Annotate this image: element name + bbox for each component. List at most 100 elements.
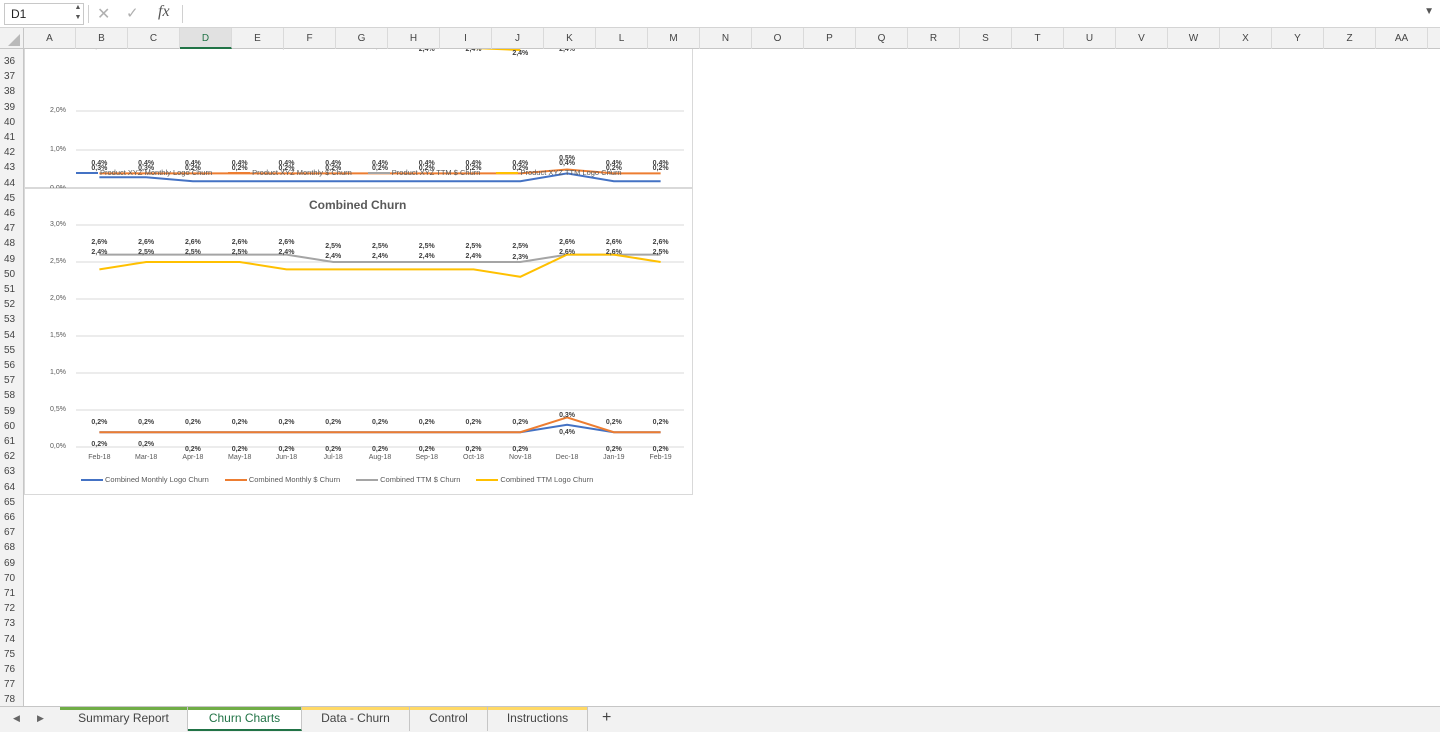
column-header-n[interactable]: N <box>700 28 752 49</box>
select-all-button[interactable] <box>0 28 24 49</box>
chevron-down-icon[interactable]: ▼ <box>1424 6 1434 17</box>
row-header-77[interactable]: 77 <box>0 679 23 690</box>
add-sheet-button[interactable]: + <box>602 709 611 727</box>
data-label: 0,2% <box>418 419 435 426</box>
row-header-68[interactable]: 68 <box>0 542 23 553</box>
worksheet-grid[interactable]: 0,0% 1,0% 2,0% Feb-18 Mar-18 Apr-18 May-18 Jun-… <box>24 49 1440 706</box>
row-header-65[interactable]: 65 <box>0 497 23 508</box>
tab-color-strip <box>60 707 187 710</box>
column-header-o[interactable]: O <box>752 28 804 49</box>
column-header-l[interactable]: L <box>596 28 648 49</box>
column-header-e[interactable]: E <box>232 28 284 49</box>
row-header-62[interactable]: 62 <box>0 451 23 462</box>
column-header-k[interactable]: K <box>544 28 596 49</box>
row-header-70[interactable]: 70 <box>0 573 23 584</box>
data-label: 2,6% <box>605 239 622 246</box>
row-header-41[interactable]: 41 <box>0 132 23 143</box>
row-header-43[interactable]: 43 <box>0 162 23 173</box>
row-header-66[interactable]: 66 <box>0 512 23 523</box>
row-header-52[interactable]: 52 <box>0 299 23 310</box>
row-header-42[interactable]: 42 <box>0 147 23 158</box>
data-label: 0,2% <box>605 446 622 453</box>
column-header-b[interactable]: B <box>76 28 128 49</box>
data-label: 2,4% <box>372 253 388 260</box>
row-header-36[interactable]: 36 <box>0 56 23 67</box>
row-header-60[interactable]: 60 <box>0 421 23 432</box>
row-header-54[interactable]: 54 <box>0 330 23 341</box>
column-header-s[interactable]: S <box>960 28 1012 49</box>
column-header-v[interactable]: V <box>1116 28 1168 49</box>
y-tick-label: 2,5% <box>50 258 66 265</box>
column-header-u[interactable]: U <box>1064 28 1116 49</box>
row-header-51[interactable]: 51 <box>0 284 23 295</box>
sheet-tab-control[interactable]: Control <box>410 707 488 731</box>
row-header-50[interactable]: 50 <box>0 269 23 280</box>
cancel-icon[interactable]: ✕ <box>97 4 110 24</box>
column-header-g[interactable]: G <box>336 28 388 49</box>
row-header-39[interactable]: 39 <box>0 102 23 113</box>
row-header-74[interactable]: 74 <box>0 634 23 645</box>
row-header-44[interactable]: 44 <box>0 178 23 189</box>
row-header-48[interactable]: 48 <box>0 238 23 249</box>
combined-churn-chart[interactable]: Combined Churn 0,0% 0,5% 1,0% 1,5% 2,0% 2,5% 3… <box>24 188 693 495</box>
row-header-53[interactable]: 53 <box>0 314 23 325</box>
divider <box>182 5 183 23</box>
column-header-j[interactable]: J <box>492 28 544 49</box>
row-header-78[interactable]: 78 <box>0 694 23 705</box>
column-header-aa[interactable]: AA <box>1376 28 1428 49</box>
column-header-z[interactable]: Z <box>1324 28 1376 49</box>
checkmark-icon[interactable]: ✓ <box>126 4 139 22</box>
row-header-58[interactable]: 58 <box>0 390 23 401</box>
column-header-q[interactable]: Q <box>856 28 908 49</box>
row-header-56[interactable]: 56 <box>0 360 23 371</box>
sheet-tab-summary-report[interactable]: Summary Report <box>60 707 188 731</box>
product-xyz-churn-chart[interactable]: 0,0%1,0%2,0%Feb-18Mar-18Apr-18May-18Jun-… <box>24 49 693 203</box>
data-label: 2,6% <box>559 239 576 246</box>
row-header-67[interactable]: 67 <box>0 527 23 538</box>
row-header-45[interactable]: 45 <box>0 193 23 204</box>
column-header-c[interactable]: C <box>128 28 180 49</box>
column-header-h[interactable]: H <box>388 28 440 49</box>
sheet-tab-instructions[interactable]: Instructions <box>488 707 588 731</box>
column-header-r[interactable]: R <box>908 28 960 49</box>
column-header-t[interactable]: T <box>1012 28 1064 49</box>
row-header-69[interactable]: 69 <box>0 558 23 569</box>
row-header-64[interactable]: 64 <box>0 482 23 493</box>
column-header-x[interactable]: X <box>1220 28 1272 49</box>
row-header-72[interactable]: 72 <box>0 603 23 614</box>
row-header-47[interactable]: 47 <box>0 223 23 234</box>
row-header-76[interactable]: 76 <box>0 664 23 675</box>
row-header-49[interactable]: 49 <box>0 254 23 265</box>
column-header-f[interactable]: F <box>284 28 336 49</box>
column-header-a[interactable]: A <box>24 28 76 49</box>
row-header-71[interactable]: 71 <box>0 588 23 599</box>
column-header-w[interactable]: W <box>1168 28 1220 49</box>
scroll-right-icon[interactable]: ▶ <box>37 713 44 724</box>
row-header-40[interactable]: 40 <box>0 117 23 128</box>
column-header-m[interactable]: M <box>648 28 700 49</box>
name-box-stepper-icon[interactable]: ▲ ▼ <box>72 3 84 25</box>
data-label: 2,5% <box>465 243 482 250</box>
row-header-73[interactable]: 73 <box>0 618 23 629</box>
row-header-63[interactable]: 63 <box>0 466 23 477</box>
row-header-46[interactable]: 46 <box>0 208 23 219</box>
sheet-tab-data-churn[interactable]: Data - Churn <box>302 707 410 731</box>
row-header-61[interactable]: 61 <box>0 436 23 447</box>
row-header-75[interactable]: 75 <box>0 649 23 660</box>
scroll-left-icon[interactable]: ◀ <box>13 713 20 724</box>
row-header-55[interactable]: 55 <box>0 345 23 356</box>
data-label: 0,2% <box>372 446 388 453</box>
data-label: 2,3% <box>512 254 529 261</box>
column-header-p[interactable]: P <box>804 28 856 49</box>
column-header-i[interactable]: I <box>440 28 492 49</box>
row-header-37[interactable]: 37 <box>0 71 23 82</box>
column-header-y[interactable]: Y <box>1272 28 1324 49</box>
column-header-d[interactable]: D <box>180 28 232 49</box>
formula-input[interactable] <box>186 3 1426 25</box>
sheet-tab-churn-charts[interactable]: Churn Charts <box>188 707 302 731</box>
sheet-tab-label: Instructions <box>506 711 569 725</box>
row-header-59[interactable]: 59 <box>0 406 23 417</box>
function-icon[interactable]: fx <box>158 3 170 21</box>
row-header-38[interactable]: 38 <box>0 86 23 97</box>
row-header-57[interactable]: 57 <box>0 375 23 386</box>
